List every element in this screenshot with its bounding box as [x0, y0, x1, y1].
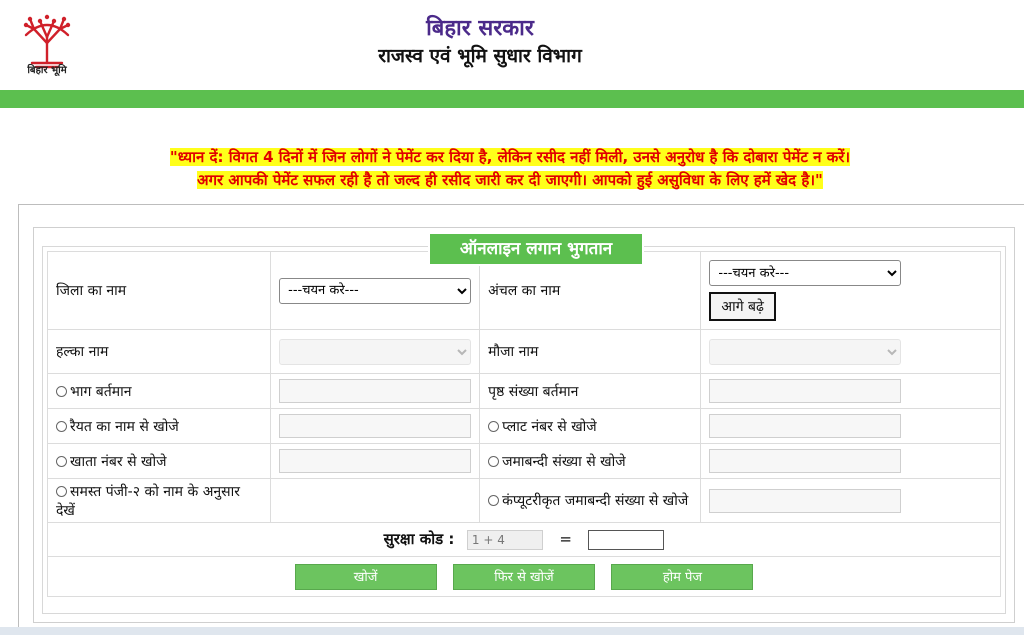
notice-line-2: अगर आपकी पेमेंट सफल रही है तो जल्द ही रस…	[197, 171, 823, 189]
search-button[interactable]: खोजें	[294, 563, 437, 590]
page-no-label: पृष्ठ संख्या बर्तमान	[479, 373, 702, 409]
register-radio[interactable]	[56, 485, 67, 497]
bhag-input[interactable]	[279, 379, 472, 403]
khata-input-cell	[270, 443, 481, 479]
register-label: समस्त पंजी-२ को नाम के अनुसार देखें	[56, 483, 240, 519]
taskbar-strip	[0, 627, 1024, 635]
empty-cell	[270, 478, 481, 523]
khata-label: खाता नंबर से खोजे	[70, 453, 167, 470]
table-row: भाग बर्तमान पृष्ठ संख्या बर्तमान	[46, 373, 1001, 409]
table-row: खोजें फिर से खोजें होम पेज	[47, 556, 1001, 597]
department-title: राजस्व एवं भूमि सुधार विभाग	[378, 45, 582, 67]
raiyat-radio[interactable]	[56, 420, 67, 432]
register-cell: समस्त पंजी-२ को नाम के अनुसार देखें	[46, 478, 272, 523]
computerized-label: कंप्यूटरीकृत जमाबन्दी संख्या से खोजे	[502, 493, 689, 509]
captcha-input[interactable]	[588, 530, 665, 550]
computerized-radio[interactable]	[488, 495, 500, 506]
khata-input[interactable]	[279, 449, 472, 473]
header: बिहार भूमि बिहार सरकार राजस्व एवं भूमि स…	[0, 0, 1024, 90]
halka-label: हल्का नाम	[46, 329, 272, 374]
header-green-bar	[0, 90, 1024, 108]
jamabandi-radio[interactable]	[488, 455, 500, 467]
jamabandi-input-cell	[700, 443, 1001, 479]
government-title: बिहार सरकार	[426, 15, 534, 41]
circle-select[interactable]: ---चयन करे---	[709, 260, 902, 286]
page: बिहार भूमि बिहार सरकार राजस्व एवं भूमि स…	[0, 0, 1024, 635]
notice-line-1: "ध्यान दें: विगत 4 दिनों में जिन लोगों न…	[169, 148, 851, 166]
plot-radio[interactable]	[488, 420, 500, 432]
payment-notice: "ध्यान दें: विगत 4 दिनों में जिन लोगों न…	[60, 146, 960, 192]
captcha-cell: सुरक्षा कोड : 1 + 4 =	[47, 522, 1001, 557]
page-no-input-cell	[700, 373, 1001, 409]
form-legend: ऑनलाइन लगान भुगतान	[428, 232, 644, 266]
search-form-table: जिला का नाम ---चयन करे--- अंचल का नाम --…	[46, 251, 1001, 597]
raiyat-label: रैयत का नाम से खोजे	[70, 418, 179, 435]
raiyat-input[interactable]	[279, 414, 472, 438]
bhag-cell: भाग बर्तमान	[46, 373, 272, 409]
captcha-label: सुरक्षा कोड :	[383, 530, 455, 548]
raiyat-cell: रैयत का नाम से खोजे	[46, 408, 272, 444]
jamabandi-cell: जमाबन्दी संख्या से खोजे	[479, 443, 702, 479]
computerized-input-cell	[700, 478, 1001, 523]
form-fieldset: जिला का नाम ---चयन करे--- अंचल का नाम --…	[33, 227, 1015, 623]
search-again-button[interactable]: फिर से खोजें	[453, 563, 595, 590]
form-panel: जिला का नाम ---चयन करे--- अंचल का नाम --…	[18, 204, 1024, 628]
mauja-cell	[700, 329, 1001, 374]
table-row: रैयत का नाम से खोजे प्लाट नंबर से खोजे	[46, 408, 1001, 444]
plot-input[interactable]	[709, 414, 902, 438]
proceed-button[interactable]: आगे बढ़े	[709, 292, 776, 321]
plot-cell: प्लाट नंबर से खोजे	[479, 408, 702, 444]
khata-radio[interactable]	[56, 455, 67, 467]
district-select[interactable]: ---चयन करे---	[279, 277, 472, 304]
table-row: सुरक्षा कोड : 1 + 4 =	[47, 522, 1001, 557]
captcha-equals: =	[559, 530, 572, 548]
bhag-input-cell	[270, 373, 481, 409]
plot-label: प्लाट नंबर से खोजे	[502, 418, 597, 435]
halka-select[interactable]	[279, 338, 472, 365]
jamabandi-input[interactable]	[709, 449, 902, 473]
plot-input-cell	[700, 408, 1001, 444]
district-label: जिला का नाम	[46, 251, 272, 330]
mauja-label: मौजा नाम	[479, 329, 702, 374]
circle-cell: ---चयन करे--- आगे बढ़े	[700, 251, 1001, 330]
form-inner-border: जिला का नाम ---चयन करे--- अंचल का नाम --…	[42, 246, 1006, 614]
button-cell: खोजें फिर से खोजें होम पेज	[47, 556, 1001, 597]
page-no-input[interactable]	[709, 379, 902, 403]
halka-cell	[270, 329, 481, 374]
home-page-button[interactable]: होम पेज	[611, 563, 754, 590]
khata-cell: खाता नंबर से खोजे	[46, 443, 272, 479]
computerized-cell: कंप्यूटरीकृत जमाबन्दी संख्या से खोजे	[479, 478, 702, 523]
table-row: समस्त पंजी-२ को नाम के अनुसार देखें कंप्…	[46, 478, 1001, 523]
captcha-code: 1 + 4	[466, 530, 543, 550]
bhag-radio[interactable]	[56, 385, 67, 397]
table-row: हल्का नाम मौजा नाम	[46, 329, 1001, 374]
raiyat-input-cell	[270, 408, 481, 444]
table-row: खाता नंबर से खोजे जमाबन्दी संख्या से खोज…	[46, 443, 1001, 479]
computerized-input[interactable]	[709, 488, 902, 513]
bhag-label: भाग बर्तमान	[70, 383, 132, 400]
jamabandi-label: जमाबन्दी संख्या से खोजे	[502, 453, 626, 470]
mauja-select[interactable]	[709, 338, 902, 365]
